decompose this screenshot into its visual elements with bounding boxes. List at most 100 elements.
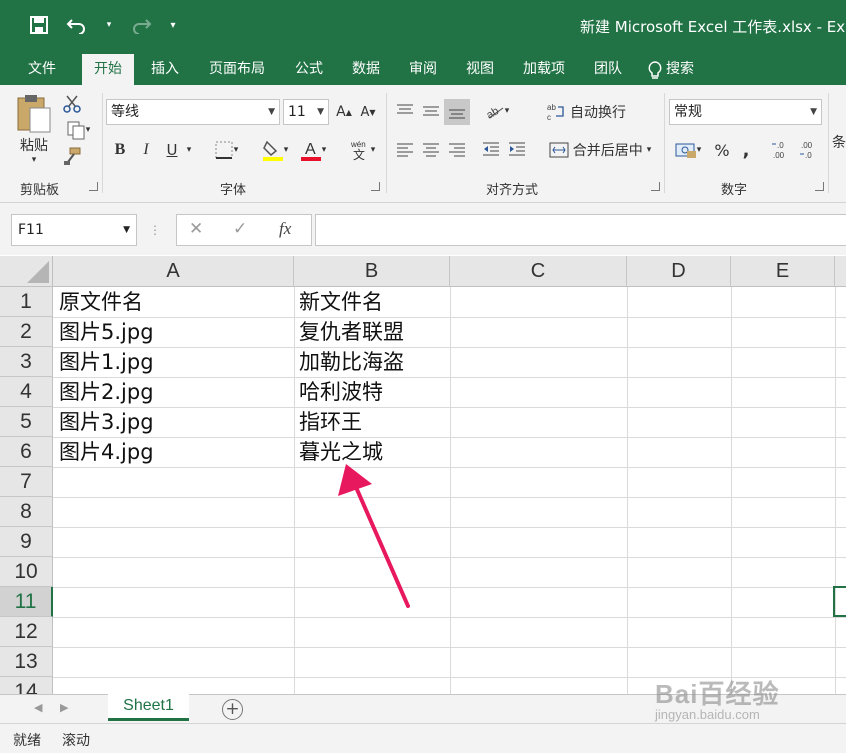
prev-sheet-icon[interactable]: ◀: [34, 701, 42, 714]
increase-decimal-icon[interactable]: .0.00: [770, 137, 794, 163]
annotation-arrow: [338, 464, 410, 608]
status-bar: 就绪 滚动: [0, 723, 846, 753]
percent-style-icon[interactable]: %: [712, 137, 732, 163]
font-launcher-icon[interactable]: [371, 182, 380, 191]
title-bar: ▾ ▾ 新建 Microsoft Excel 工作表.xlsx - Ex: [0, 0, 846, 50]
tab-view[interactable]: 视图: [457, 54, 503, 85]
quick-access-toolbar: ▾ ▾: [28, 14, 178, 36]
font-size-combo[interactable]: 11 ▼: [283, 99, 329, 125]
formula-input[interactable]: [315, 214, 846, 246]
status-scroll-lock: 滚动: [62, 733, 90, 749]
formula-bar-grip-icon[interactable]: ⋮: [149, 221, 161, 239]
group-divider: [102, 93, 103, 193]
svg-text:ab: ab: [547, 103, 556, 112]
merge-center-icon: [549, 142, 569, 158]
phonetic-guide-icon[interactable]: wén 文 ▾: [342, 137, 382, 163]
number-format-dropdown-icon: ▼: [810, 107, 817, 117]
decrease-font-icon[interactable]: A ▼: [358, 101, 378, 123]
svg-text:A: A: [305, 141, 316, 158]
tell-me-search[interactable]: 搜索: [648, 54, 710, 85]
worksheet-grid[interactable]: A B C D E 1 2 3 4 5 6 7 8 9 10 11 12 13 …: [0, 256, 846, 694]
font-size-value: 11: [288, 104, 306, 120]
tab-home[interactable]: 开始: [82, 54, 134, 85]
tab-page-layout[interactable]: 页面布局: [200, 54, 274, 85]
conditional-format-partial[interactable]: 条: [832, 129, 846, 155]
bold-button[interactable]: B: [110, 137, 130, 163]
clipboard-group-label: 剪贴板: [20, 183, 60, 198]
svg-text:.00: .00: [801, 141, 813, 150]
formula-buttons: ✕ ✓ fx: [176, 214, 312, 246]
increase-font-icon[interactable]: A ▲: [334, 101, 354, 123]
format-painter-icon[interactable]: [60, 145, 84, 167]
name-box-dropdown-icon: ▼: [123, 225, 130, 235]
group-divider: [664, 93, 665, 193]
alignment-launcher-icon[interactable]: [651, 182, 660, 191]
enter-icon[interactable]: ✓: [233, 219, 247, 239]
accounting-format-icon[interactable]: ▾: [670, 137, 706, 163]
svg-text:.0: .0: [777, 141, 784, 150]
cut-icon[interactable]: [60, 93, 84, 115]
align-left-icon[interactable]: [394, 139, 416, 159]
align-center-icon[interactable]: [420, 139, 442, 159]
number-group-label: 数字: [721, 183, 748, 198]
middle-align-icon[interactable]: [420, 101, 442, 121]
svg-text:c: c: [547, 113, 551, 122]
name-box[interactable]: F11 ▼: [11, 214, 137, 246]
wrap-text-label: 自动换行: [570, 105, 626, 121]
decrease-decimal-icon[interactable]: .00.0: [798, 137, 822, 163]
tab-addins[interactable]: 加载项: [514, 54, 574, 85]
fill-color-icon[interactable]: ▾: [256, 137, 294, 163]
number-launcher-icon[interactable]: [815, 182, 824, 191]
tab-file[interactable]: 文件: [18, 54, 66, 85]
svg-text:.00: .00: [773, 151, 785, 160]
tab-data[interactable]: 数据: [343, 54, 389, 85]
tab-insert[interactable]: 插入: [142, 54, 188, 85]
group-divider: [828, 93, 829, 193]
align-right-icon[interactable]: [446, 139, 468, 159]
add-sheet-icon[interactable]: +: [222, 699, 243, 720]
font-name-combo[interactable]: 等线 ▼: [106, 99, 280, 125]
undo-dropdown-icon[interactable]: ▾: [104, 14, 114, 36]
ribbon-home: 粘贴 ▾ ▾ 剪贴板 等线 ▼ 11 ▼ A ▲ A ▼ B I U ▾ ▾ ▾ A…: [0, 85, 846, 203]
number-format-combo[interactable]: 常规 ▼: [669, 99, 822, 125]
redo-icon[interactable]: [130, 14, 152, 36]
tab-team[interactable]: 团队: [585, 54, 631, 85]
orientation-icon[interactable]: ab ▾: [480, 101, 514, 121]
merge-center-button[interactable]: 合并后居中 ▾: [540, 137, 660, 163]
paste-dropdown-icon[interactable]: ▾: [28, 155, 40, 165]
svg-text:文: 文: [353, 147, 365, 161]
watermark-logo: Bai百经验: [655, 679, 780, 709]
cancel-icon[interactable]: ✕: [189, 219, 203, 239]
tab-formulas[interactable]: 公式: [286, 54, 332, 85]
decrease-indent-icon[interactable]: [480, 139, 502, 159]
save-icon[interactable]: [28, 14, 50, 36]
alignment-group-label: 对齐方式: [486, 183, 539, 198]
tab-review[interactable]: 审阅: [400, 54, 446, 85]
merge-center-dropdown-icon: ▾: [646, 145, 652, 155]
formula-bar: F11 ▼ ⋮ ✕ ✓ fx: [0, 203, 846, 255]
svg-text:.0: .0: [805, 151, 812, 160]
underline-dropdown-icon[interactable]: ▾: [183, 137, 195, 163]
group-divider: [386, 93, 387, 193]
paste-button[interactable]: 粘贴: [14, 135, 54, 155]
font-group-label: 字体: [220, 183, 247, 198]
italic-button[interactable]: I: [136, 137, 156, 163]
wrap-text-icon: abc: [547, 103, 564, 122]
next-sheet-icon[interactable]: ▶: [60, 701, 68, 714]
svg-text:ab: ab: [485, 105, 501, 120]
bottom-align-icon[interactable]: [444, 99, 470, 125]
undo-icon[interactable]: [66, 14, 88, 36]
copy-icon[interactable]: ▾: [60, 119, 96, 141]
borders-icon[interactable]: ▾: [208, 137, 244, 163]
insert-function-icon[interactable]: fx: [279, 219, 291, 239]
top-align-icon[interactable]: [394, 101, 416, 121]
customize-qat-icon[interactable]: ▾: [168, 14, 178, 36]
paste-icon[interactable]: [14, 93, 54, 135]
wrap-text-button[interactable]: ab c 自动换行: [540, 99, 632, 125]
increase-indent-icon[interactable]: [506, 139, 528, 159]
comma-style-icon[interactable]: ,: [738, 137, 754, 163]
font-color-icon[interactable]: A ▾: [296, 137, 330, 163]
clipboard-launcher-icon[interactable]: [89, 182, 98, 191]
sheet-tab-sheet1[interactable]: Sheet1: [108, 694, 189, 721]
underline-button[interactable]: U: [162, 137, 182, 163]
